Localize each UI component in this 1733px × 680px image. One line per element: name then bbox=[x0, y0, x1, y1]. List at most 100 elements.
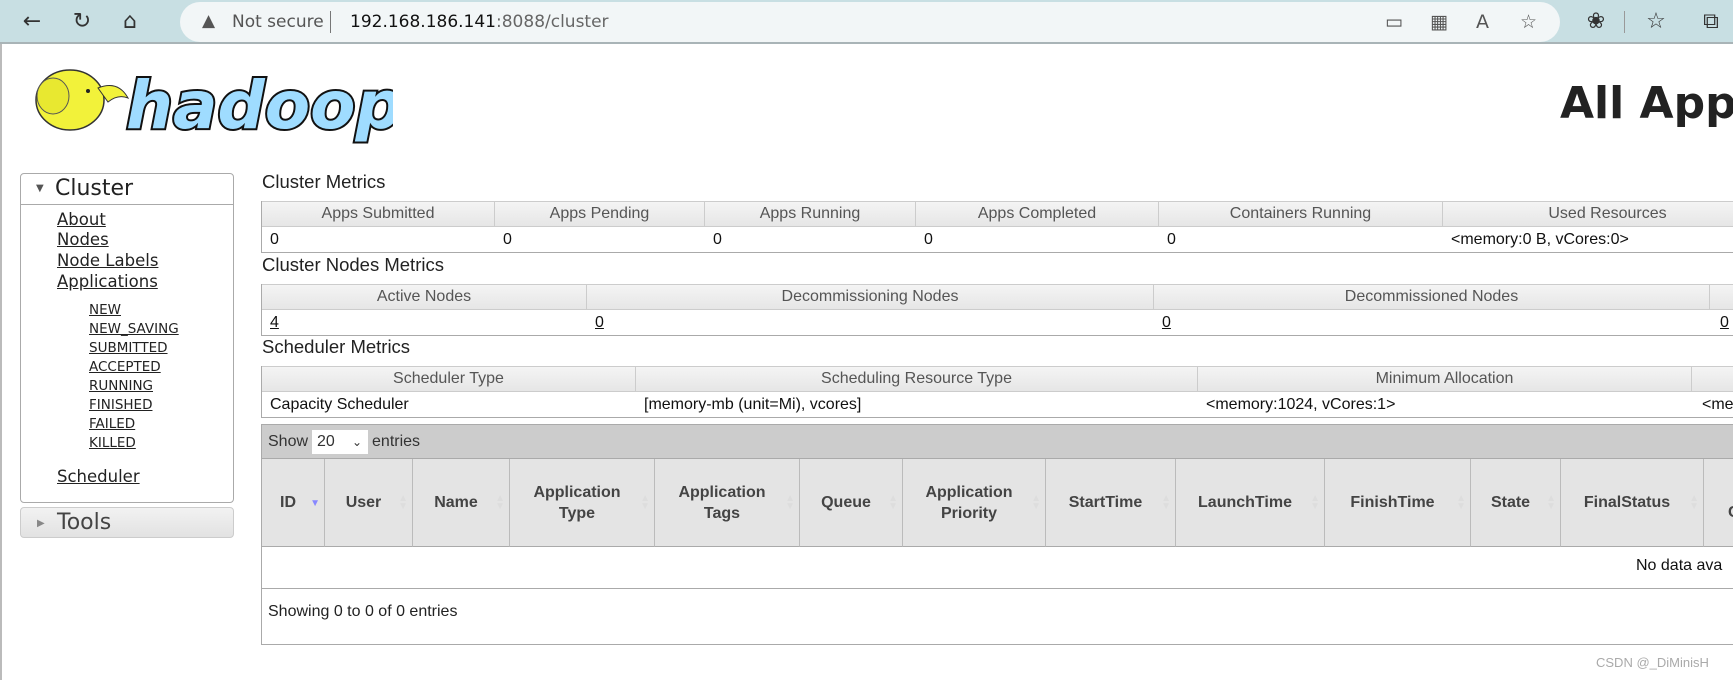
sort-icon: ▲ ▼ bbox=[1310, 493, 1320, 512]
collections-icon[interactable]: ⧉ bbox=[1697, 8, 1725, 36]
divider bbox=[330, 11, 331, 33]
col-finalstatus-label: FinalStatus bbox=[1583, 494, 1671, 511]
page-size-value: 20 bbox=[317, 432, 335, 450]
col-starttime[interactable]: StartTime ▲ ▼ bbox=[1046, 459, 1176, 547]
hadoop-logo: hadoop bbox=[35, 65, 393, 144]
sidebar-link-accepted[interactable]: ACCEPTED bbox=[89, 359, 161, 375]
read-aloud-icon[interactable]: A bbox=[1476, 11, 1489, 33]
col-user-label: User bbox=[345, 494, 382, 511]
col-launchtime[interactable]: LaunchTime ▲ ▼ bbox=[1176, 459, 1325, 547]
sidebar-link-new[interactable]: NEW bbox=[89, 302, 121, 318]
sidebar-link-about[interactable]: About bbox=[57, 210, 106, 229]
apps-completed-value: 0 bbox=[924, 231, 933, 248]
sort-desc-icon: ▼ bbox=[310, 498, 320, 509]
url-text[interactable]: 192.168.186.141:8088/cluster bbox=[350, 12, 609, 32]
col-application-tags[interactable]: Application Tags ▲ ▼ bbox=[655, 459, 800, 547]
col-finishtime[interactable]: FinishTime ▲ ▼ bbox=[1325, 459, 1471, 547]
col-application-priority-label: Application Priority bbox=[925, 483, 1013, 522]
scheduler-type-value: Capacity Scheduler bbox=[270, 396, 409, 413]
col-application-tags-label: Application Tags bbox=[678, 483, 766, 522]
home-icon[interactable]: ⌂ bbox=[116, 8, 144, 36]
sort-icon: ▲ ▼ bbox=[640, 493, 650, 512]
sort-icon: ▲ ▼ bbox=[1161, 493, 1171, 512]
col-decommissioning-nodes: Decommissioning Nodes bbox=[587, 284, 1154, 309]
back-icon[interactable]: ← bbox=[18, 8, 46, 36]
minimum-allocation-value: <memory:1024, vCores:1> bbox=[1206, 396, 1396, 413]
col-used-resources: Used Resources bbox=[1443, 201, 1733, 226]
entries-label: entries bbox=[372, 433, 421, 450]
divider bbox=[1624, 11, 1625, 33]
col-state[interactable]: State ▲ ▼ bbox=[1471, 459, 1561, 547]
add-favorite-icon[interactable]: ☆ bbox=[1520, 11, 1537, 33]
sidebar-link-scheduler[interactable]: Scheduler bbox=[57, 467, 140, 486]
warning-icon: ▲ bbox=[202, 11, 216, 31]
col-queue[interactable]: Queue ▲ ▼ bbox=[800, 459, 903, 547]
col-application-priority[interactable]: Application Priority ▲ ▼ bbox=[903, 459, 1046, 547]
col-application-type[interactable]: Application Type ▲ ▼ bbox=[510, 459, 655, 547]
col-state-label: State bbox=[1490, 494, 1531, 511]
col-decommissioned-nodes: Decommissioned Nodes bbox=[1154, 284, 1710, 309]
favorites-icon[interactable]: ☆ bbox=[1642, 8, 1670, 36]
refresh-icon[interactable]: ↻ bbox=[68, 8, 96, 36]
sidebar-link-applications[interactable]: Applications bbox=[57, 272, 158, 291]
col-finalstatus[interactable]: FinalStatus ▲ ▼ bbox=[1561, 459, 1704, 547]
security-label[interactable]: Not secure bbox=[232, 12, 324, 32]
show-label: Show bbox=[268, 433, 309, 450]
col-application-type-label: Application Type bbox=[533, 483, 621, 522]
sidebar-tools-toggle[interactable]: ▶ Tools bbox=[20, 507, 234, 538]
device-icon[interactable]: ▭ bbox=[1385, 11, 1403, 33]
col-name[interactable]: Name ▲ ▼ bbox=[413, 459, 510, 547]
col-id[interactable]: ID ▼ bbox=[262, 459, 325, 547]
sidebar-link-node-labels[interactable]: Node Labels bbox=[57, 251, 158, 270]
logo-text: hadoop bbox=[126, 67, 393, 144]
cluster-metrics-table: Apps Submitted Apps Pending Apps Running… bbox=[261, 201, 1733, 253]
triangle-down-icon: ▼ bbox=[36, 183, 44, 194]
next-nodes-link[interactable]: 0 bbox=[1712, 310, 1729, 335]
tools-label: Tools bbox=[57, 510, 112, 535]
col-next[interactable]: C bbox=[1704, 459, 1733, 547]
window-border bbox=[0, 44, 2, 680]
applications-table: Show 20 ⌄ entries ID ▼ User ▲ ▼ Name ▲ ▼ Applica… bbox=[261, 424, 1733, 645]
sort-icon: ▲ ▼ bbox=[1546, 493, 1556, 512]
active-nodes-link[interactable]: 4 bbox=[262, 310, 279, 335]
apps-pending-value: 0 bbox=[503, 231, 512, 248]
sort-icon: ▲ ▼ bbox=[495, 493, 505, 512]
nodes-metrics-table: Active Nodes Decommissioning Nodes Decom… bbox=[261, 284, 1733, 336]
col-next-label: C bbox=[1728, 502, 1733, 523]
sort-icon: ▲ ▼ bbox=[1456, 493, 1466, 512]
url-path: :8088/cluster bbox=[496, 12, 609, 32]
triangle-right-icon: ▶ bbox=[37, 518, 45, 529]
sidebar-link-failed[interactable]: FAILED bbox=[89, 416, 135, 432]
col-scheduler-type: Scheduler Type bbox=[262, 366, 636, 391]
col-id-label: ID bbox=[280, 494, 296, 511]
col-apps-completed: Apps Completed bbox=[916, 201, 1159, 226]
browser-toolbar: ← ↻ ⌂ ▲ Not secure 192.168.186.141:8088/… bbox=[0, 0, 1733, 44]
page-size-select[interactable]: 20 ⌄ bbox=[312, 429, 369, 454]
chevron-down-icon: ⌄ bbox=[351, 434, 363, 449]
sidebar-link-finished[interactable]: FINISHED bbox=[89, 397, 152, 413]
sidebar-link-nodes[interactable]: Nodes bbox=[57, 230, 109, 249]
sort-icon: ▲ ▼ bbox=[1689, 493, 1699, 512]
sidebar-link-new-saving[interactable]: NEW_SAVING bbox=[89, 321, 179, 337]
col-minimum-allocation: Minimum Allocation bbox=[1198, 366, 1692, 391]
extensions-icon[interactable]: ❀ bbox=[1582, 8, 1610, 36]
apps-icon[interactable]: ▦ bbox=[1430, 11, 1448, 33]
address-bar[interactable]: ▲ Not secure 192.168.186.141:8088/cluste… bbox=[180, 2, 1560, 42]
sidebar-link-submitted[interactable]: SUBMITTED bbox=[89, 340, 168, 356]
table-info: Showing 0 to 0 of 0 entries bbox=[268, 603, 458, 620]
decommissioned-nodes-link[interactable]: 0 bbox=[1154, 310, 1171, 335]
sidebar-cluster: ▼ Cluster About Nodes Node Labels Applica… bbox=[20, 173, 234, 503]
col-apps-pending: Apps Pending bbox=[495, 201, 705, 226]
cluster-toggle[interactable]: ▼ Cluster bbox=[21, 174, 233, 205]
decommissioning-nodes-link[interactable]: 0 bbox=[587, 310, 604, 335]
col-scheduling-resource-type: Scheduling Resource Type bbox=[636, 366, 1198, 391]
scheduler-metrics-title: Scheduler Metrics bbox=[262, 336, 411, 357]
sort-icon: ▲ ▼ bbox=[785, 493, 795, 512]
col-user[interactable]: User ▲ ▼ bbox=[325, 459, 413, 547]
col-finishtime-label: FinishTime bbox=[1350, 494, 1435, 511]
sort-icon: ▲ ▼ bbox=[398, 493, 408, 512]
empty-row: No data ava bbox=[262, 547, 1733, 589]
sidebar-link-running[interactable]: RUNNING bbox=[89, 378, 153, 394]
url-host: 192.168.186.141 bbox=[350, 12, 497, 32]
sidebar-link-killed[interactable]: KILLED bbox=[89, 435, 136, 451]
